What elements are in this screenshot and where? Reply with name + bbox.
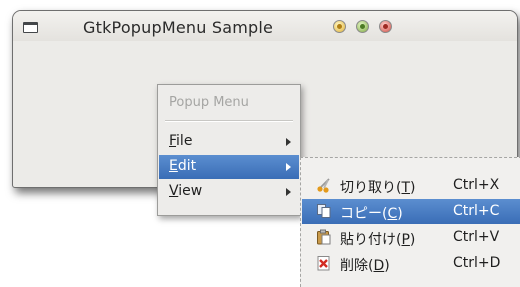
- submenu-item-paste-label: 貼り付け(P): [340, 232, 416, 248]
- shortcut-label: Ctrl+C: [453, 203, 500, 219]
- submenu-item-delete[interactable]: 削除(D) Ctrl+D: [302, 251, 520, 276]
- paste-icon: [317, 229, 331, 245]
- close-button[interactable]: [379, 20, 392, 33]
- menu-item-view[interactable]: View: [159, 180, 299, 204]
- submenu-arrow-icon: [286, 138, 291, 146]
- delete-icon: [317, 256, 330, 271]
- submenu-item-copy[interactable]: コピー(C) Ctrl+C: [302, 199, 520, 224]
- menu-item-file-label: File: [169, 133, 193, 149]
- menu-item-view-label: View: [169, 183, 203, 199]
- copy-icon: [317, 204, 331, 218]
- submenu-item-paste[interactable]: 貼り付け(P) Ctrl+V: [302, 225, 520, 250]
- popup-menu-header: Popup Menu: [169, 95, 249, 110]
- shortcut-label: Ctrl+V: [453, 229, 500, 245]
- maximize-button[interactable]: [356, 20, 369, 33]
- submenu-item-cut[interactable]: 切り取り(T) Ctrl+X: [302, 173, 520, 198]
- scissors-icon: [317, 178, 330, 193]
- menu-item-edit[interactable]: Edit: [159, 155, 299, 179]
- title-bar[interactable]: GtkPopupMenu Sample: [13, 11, 517, 41]
- minimize-button[interactable]: [333, 20, 346, 33]
- popup-menu: Popup Menu File Edit View: [157, 84, 301, 216]
- submenu-arrow-icon: [286, 163, 291, 171]
- menu-item-edit-label: Edit: [169, 158, 197, 174]
- menu-item-file[interactable]: File: [159, 130, 299, 154]
- submenu-item-cut-label: 切り取り(T): [340, 180, 416, 196]
- shortcut-label: Ctrl+X: [453, 177, 500, 193]
- window-icon[interactable]: [23, 22, 38, 33]
- window-title: GtkPopupMenu Sample: [83, 18, 274, 37]
- submenu-item-copy-label: コピー(C): [340, 206, 403, 222]
- submenu-arrow-icon: [286, 188, 291, 196]
- menu-separator: [165, 120, 293, 122]
- shortcut-label: Ctrl+D: [453, 255, 501, 271]
- edit-submenu: 切り取り(T) Ctrl+X コピー(C) Ctrl+C 貼り付け(P) Ctr…: [300, 157, 520, 287]
- submenu-item-delete-label: 削除(D): [340, 258, 390, 274]
